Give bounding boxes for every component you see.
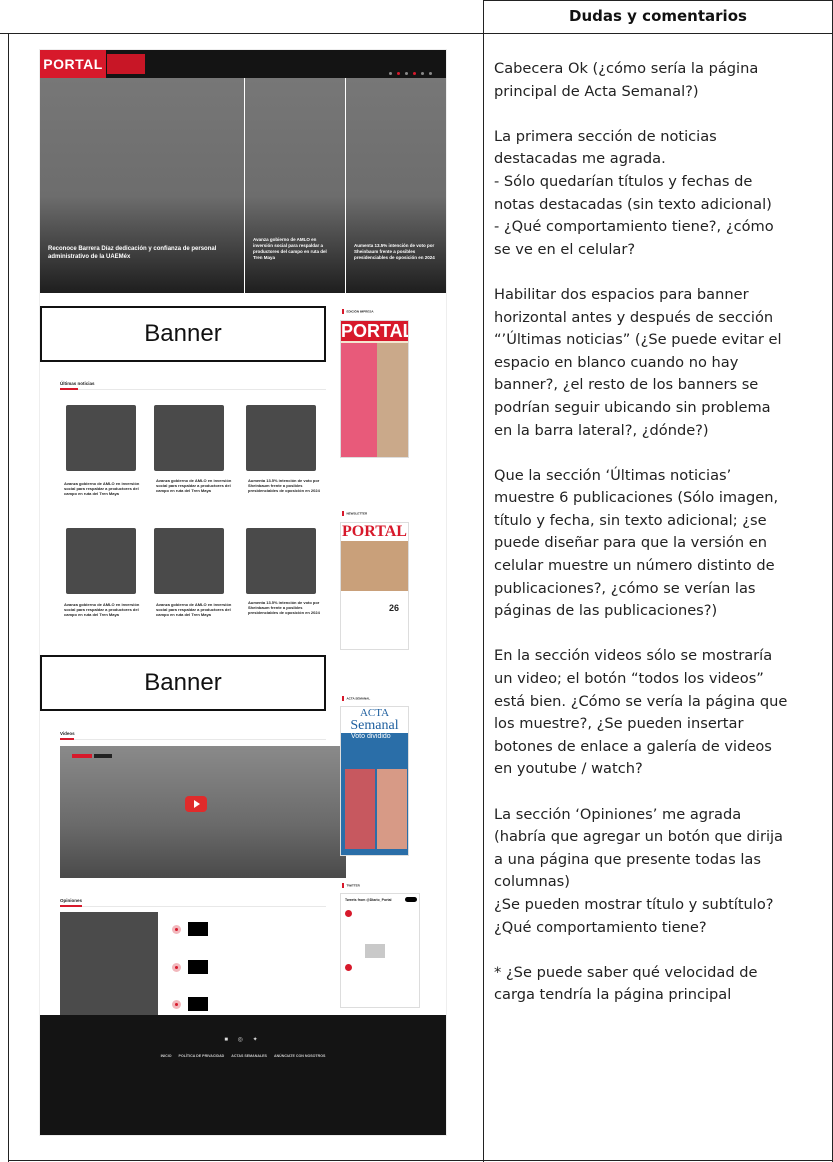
note-line: puede diseñar para que la versión en [494, 534, 767, 552]
note-line: espacio en blanco cuando no hay [494, 353, 739, 371]
hero-secondary-2-title: Aumenta 13.5% intención de voto por Shei… [354, 243, 435, 260]
mockup-footer: ■ ◎ ✦ INICIO POLÍTICA DE PRIVACIDAD ACTA… [40, 1015, 446, 1135]
note-line: notas destacadas (sin texto adicional) [494, 195, 772, 213]
note-line: título y fecha, sin texto adicional; ¿se [494, 511, 767, 529]
news-card-image [246, 528, 316, 594]
note-line: ¿Se pueden mostrar título y subtítulo? [494, 895, 774, 913]
note-line: horizontal antes y después de sección [494, 308, 774, 326]
note-line: Habilitar dos espacios para banner [494, 285, 749, 303]
sidebar-newsletter-title: NEWSLETTER [342, 511, 368, 516]
video-player[interactable] [60, 746, 346, 878]
print-edition-cover[interactable]: PORTAL [340, 320, 409, 458]
note-line: celular muestre un número distinto de [494, 557, 775, 575]
news-card-image [66, 405, 136, 471]
newsletter-cover[interactable]: PORTAL 26 [340, 522, 409, 650]
note-line: Cabecera Ok (¿cómo sería la página [494, 60, 759, 77]
homepage-mockup: PORTAL Reconoce Barrera Díaz dedicación … [40, 50, 446, 1135]
note-line: podrían seguir ubicando sin problema [494, 398, 771, 416]
note-line: a una página que presente todas las [494, 850, 761, 868]
mockup-nav [168, 61, 217, 65]
acta-semanal-cover[interactable]: ACTA Semanal Voto dividido [340, 706, 409, 856]
note-line: en la barra lateral?, ¿dónde?) [494, 421, 709, 439]
note-line: ¿Qué comportamiento tiene? [494, 918, 707, 936]
hero-main: Reconoce Barrera Díaz dedicación y confi… [40, 78, 244, 293]
footer-link[interactable]: ACTAS SEMANALES [231, 1054, 267, 1058]
videos-title: Videos [60, 731, 75, 736]
banner-bottom: Banner [40, 655, 326, 711]
hero-secondary-1-title: Avanza gobierno de AMLO en inversión soc… [253, 237, 327, 260]
columnist-avatar [172, 925, 181, 934]
news-card-title: Avanza gobierno de AMLO en inversión soc… [156, 602, 232, 617]
columnist-photo [188, 960, 208, 974]
note-line: La primera sección de noticias [494, 127, 717, 145]
footer-social-icons: ■ ◎ ✦ [224, 1037, 262, 1043]
news-card-title: Avanza gobierno de AMLO en inversión soc… [64, 481, 140, 496]
footer-link[interactable]: ANÚNCIATE CON NOSOTROS [274, 1054, 325, 1058]
hero-secondary-2: Aumenta 13.5% intención de voto por Shei… [346, 78, 446, 293]
news-card-title: Aumenta 13.5% intención de voto por Shei… [248, 600, 320, 615]
footer-links: INICIO POLÍTICA DE PRIVACIDAD ACTAS SEMA… [40, 1054, 446, 1058]
news-card-image [246, 405, 316, 471]
news-card-title: Aumenta 13.5% intención de voto por Shei… [248, 478, 320, 493]
news-card-image [154, 528, 224, 594]
note-line: - Sólo quedarían títulos y fechas de [494, 172, 753, 190]
hero-secondary-1: Avanza gobierno de AMLO en inversión soc… [245, 78, 345, 293]
columnist-photo [188, 922, 208, 936]
note-line: - ¿Qué comportamiento tiene?, ¿cómo [494, 218, 774, 236]
footer-link[interactable]: POLÍTICA DE PRIVACIDAD [179, 1054, 225, 1058]
news-card-title: Avanza gobierno de AMLO en inversión soc… [64, 602, 140, 617]
note-line: principal de Acta Semanal?) [494, 82, 699, 100]
news-card-title: Avanza gobierno de AMLO en inversión soc… [156, 478, 232, 493]
note-line: “’Últimas noticias” (¿Se puede evitar el [494, 331, 782, 349]
table-left-border [8, 33, 9, 1162]
note-line: se ve en el celular? [494, 240, 636, 258]
note-line: destacadas me agrada. [494, 150, 666, 168]
column-divider [483, 0, 484, 1162]
table-bottom-border [8, 1160, 833, 1161]
comments-notes: Cabecera Ok (¿cómo sería la página princi… [494, 58, 828, 1007]
news-card-image [154, 405, 224, 471]
note-line: (habría que agregar un botón que dirija [494, 828, 783, 846]
footer-link[interactable]: INICIO [161, 1054, 172, 1058]
note-line: un video; el botón “todos los videos” [494, 670, 764, 688]
sidebar-acta-title: ACTA SEMANAL [342, 696, 371, 701]
note-line: muestre 6 publicaciones (Sólo imagen, [494, 489, 779, 507]
columnist-avatar [172, 1000, 181, 1009]
portal-logo: PORTAL [40, 50, 106, 78]
sidebar-print-edition-title: EDICIÓN IMPRESA [342, 309, 374, 314]
table-top-border [483, 0, 833, 1]
columnist-avatar [172, 963, 181, 972]
note-line: carga tendría la página principal [494, 986, 732, 1004]
twitter-feed[interactable]: Tweets from @Diario_Portal [340, 893, 420, 1008]
note-line: La sección ‘Opiniones’ me agrada [494, 805, 742, 823]
note-line: páginas de las publicaciones?) [494, 602, 718, 620]
news-card-image [66, 528, 136, 594]
columnist-photo [188, 997, 208, 1011]
latest-news-title: Últimas noticias [60, 381, 95, 386]
note-line: en youtube / watch? [494, 760, 643, 778]
note-line: publicaciones?, ¿cómo se verían las [494, 579, 756, 597]
note-line: banner?, ¿el resto de los banners se [494, 376, 759, 394]
note-line: los muestre?, ¿Se pueden insertar [494, 715, 744, 733]
note-line: * ¿Se puede saber qué velocidad de [494, 963, 758, 981]
note-line: En la sección videos sólo se mostraría [494, 647, 773, 665]
hero-main-title: Reconoce Barrera Díaz dedicación y confi… [48, 246, 217, 260]
note-line: botones de enlace a galería de videos [494, 737, 772, 755]
note-line: columnas) [494, 873, 570, 891]
play-icon[interactable] [185, 796, 207, 812]
banner-top: Banner [40, 306, 326, 362]
sidebar-twitter-title: TWITTER [342, 883, 360, 888]
logo-subtitle [107, 54, 145, 74]
note-line: Que la sección ‘Últimas noticias’ [494, 466, 732, 484]
opinion-feature-image [60, 912, 158, 1029]
header-divider [0, 33, 833, 34]
comments-column-title: Dudas y comentarios [569, 7, 747, 25]
opinions-title: Opiniones [60, 898, 83, 903]
mockup-header: PORTAL [40, 50, 446, 78]
note-line: está bien. ¿Cómo se vería la página que [494, 692, 788, 710]
